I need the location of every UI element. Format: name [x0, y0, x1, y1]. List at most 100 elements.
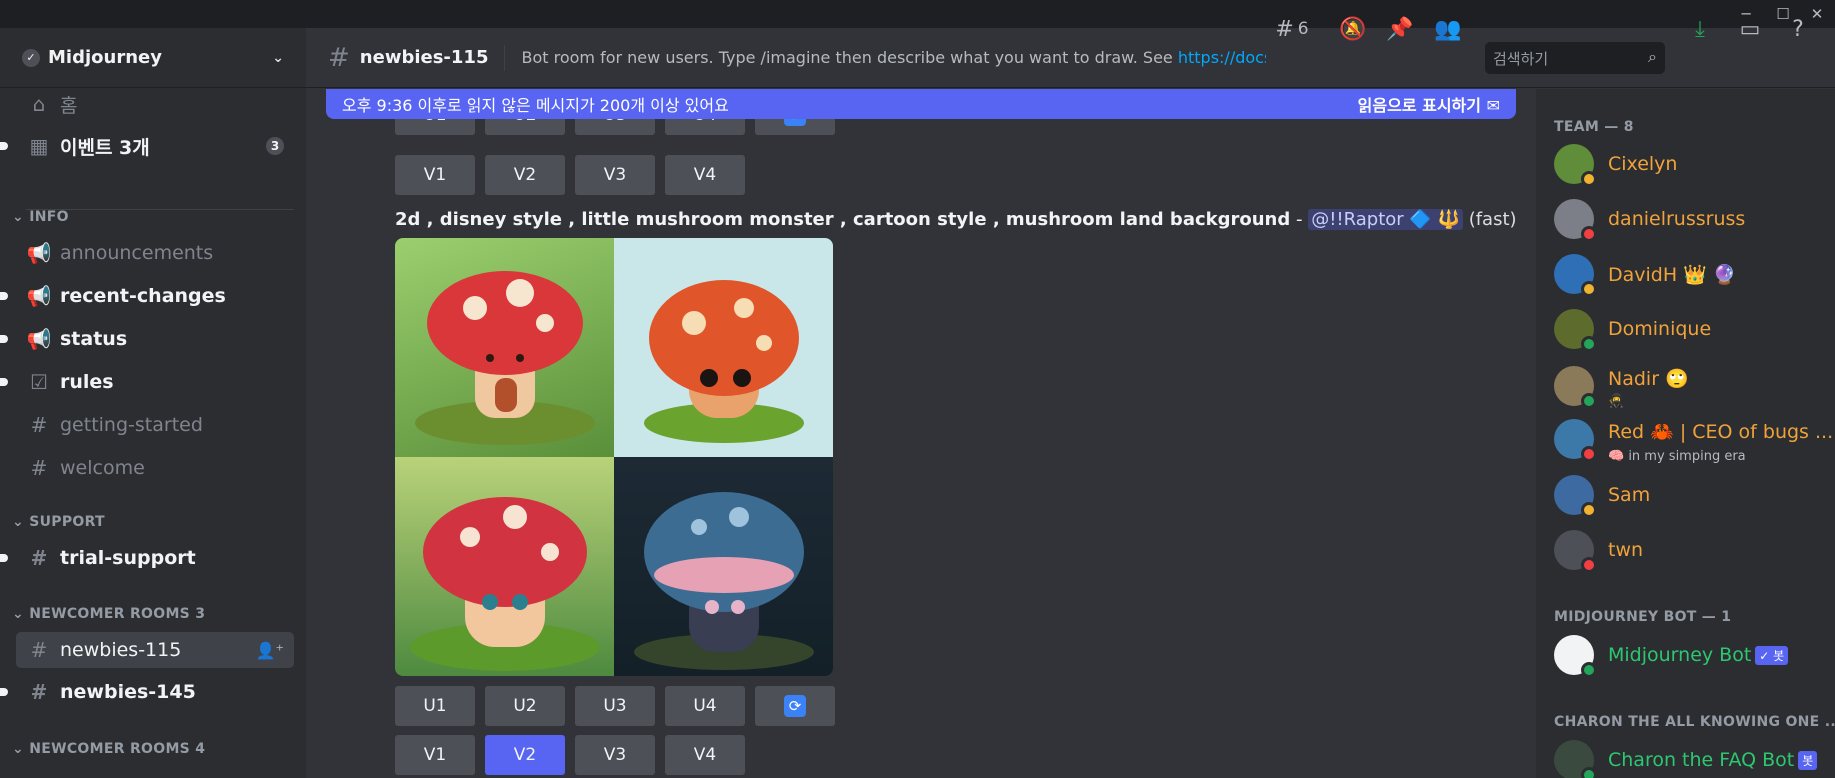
- message-prompt: 2d , disney style , little mushroom mons…: [395, 209, 1517, 230]
- category-info[interactable]: ⌄ INFO: [12, 209, 69, 225]
- variation-2-button[interactable]: V2: [485, 735, 565, 775]
- mark-as-read-button[interactable]: 읽음으로 표시하기 ✉: [1358, 92, 1500, 116]
- grid-image-1[interactable]: [395, 238, 614, 457]
- member-name: Red 🦀 | CEO of bugs ...: [1608, 420, 1834, 443]
- variation-1-button[interactable]: V1: [395, 735, 475, 775]
- member-name: Charon the FAQ Bot 봇: [1608, 749, 1818, 771]
- category-newcomer-rooms-4[interactable]: ⌄ NEWCOMER ROOMS 4: [12, 741, 205, 757]
- member-twn[interactable]: twn: [1554, 528, 1643, 573]
- threads-icon[interactable]: # 6: [1268, 12, 1316, 46]
- member-dominique[interactable]: Dominique: [1554, 307, 1711, 352]
- unread-pip: [0, 378, 8, 386]
- variation-3-button[interactable]: V3: [575, 735, 655, 775]
- search-icon: ⌕: [1648, 47, 1657, 66]
- status-indicator: [1581, 226, 1597, 242]
- channel-topic[interactable]: Bot room for new users. Type /imagine th…: [521, 48, 1266, 67]
- sidebar-item-recent-changes[interactable]: 📢 recent-changes: [0, 278, 294, 314]
- member-charon[interactable]: Charon the FAQ Bot 봇: [1554, 738, 1818, 778]
- topic-link[interactable]: https://docs.mid...: [1178, 48, 1267, 67]
- bot-header: MIDJOURNEY BOT — 1: [1554, 609, 1732, 625]
- member-name: Midjourney Bot ✓ 봇: [1608, 644, 1789, 666]
- search-input[interactable]: 검색하기 ⌕: [1485, 42, 1665, 74]
- speed-label: (fast): [1468, 209, 1517, 230]
- hashtag-icon: #: [30, 456, 48, 480]
- threads-count: 6: [1297, 19, 1309, 39]
- variation-3-button[interactable]: V3: [575, 155, 655, 195]
- status-indicator: [1581, 767, 1597, 778]
- grid-image-4[interactable]: [614, 457, 833, 676]
- unread-pip: [0, 292, 8, 300]
- upscale-4-button[interactable]: U4: [665, 686, 745, 726]
- avatar: [1554, 254, 1597, 297]
- message-area: U1 U2 U3 U4 ⟳ 오후 9:36 이후로 읽지 않은 메시지가 200…: [306, 89, 1536, 778]
- unread-pip: [0, 142, 8, 150]
- member-midjourney-bot[interactable]: Midjourney Bot ✓ 봇: [1554, 633, 1789, 678]
- variation-4-button[interactable]: V4: [665, 155, 745, 195]
- status-indicator: [1581, 557, 1597, 573]
- thread-hashtag-icon: #: [328, 42, 350, 73]
- sidebar-item-label: 이벤트 3개: [60, 136, 150, 159]
- user-mention[interactable]: @!!Raptor 🔷 🔱: [1308, 209, 1463, 230]
- megaphone-icon: 📢: [26, 241, 52, 265]
- member-cixelyn[interactable]: Cixelyn: [1554, 142, 1677, 187]
- mute-bell-icon[interactable]: 🔕: [1338, 12, 1368, 46]
- avatar: [1554, 199, 1597, 242]
- category-newcomer-rooms-3[interactable]: ⌄ NEWCOMER ROOMS 3: [12, 606, 205, 622]
- thread-hashtag-icon: #: [30, 638, 48, 662]
- calendar-icon: ▦: [29, 134, 49, 158]
- sidebar-item-events[interactable]: ▦ 이벤트 3개 3: [0, 128, 294, 164]
- server-name: Midjourney: [48, 47, 162, 68]
- member-davidh[interactable]: DavidH 👑 🔮: [1554, 252, 1737, 297]
- charon-header: CHARON THE ALL KNOWING ONE ...: [1554, 714, 1835, 730]
- sidebar-item-welcome[interactable]: # welcome: [16, 450, 294, 486]
- unread-banner[interactable]: 오후 9:36 이후로 읽지 않은 메시지가 200개 이상 있어요 읽음으로 …: [326, 89, 1516, 119]
- download-icon[interactable]: ⤓: [1685, 12, 1715, 46]
- upscale-1-button[interactable]: U1: [395, 686, 475, 726]
- chevron-down-icon[interactable]: ⌄: [272, 50, 284, 66]
- sidebar-item-label: trial-support: [60, 547, 196, 569]
- variation-2-button[interactable]: V2: [485, 155, 565, 195]
- sidebar-item-announcements[interactable]: 📢 announcements: [16, 235, 294, 271]
- sidebar-item-newbies-115[interactable]: # newbies-115 👤⁺: [16, 632, 294, 668]
- sidebar-item-newbies-145[interactable]: # newbies-145: [0, 674, 294, 710]
- team-header: TEAM — 8: [1554, 119, 1634, 135]
- upscale-3-button[interactable]: U3: [575, 686, 655, 726]
- events-count-badge: 3: [266, 137, 284, 155]
- reroll-icon: ⟳: [784, 695, 806, 717]
- unread-pip: [0, 554, 8, 562]
- sidebar-item-home[interactable]: ⌂ 홈: [16, 86, 294, 122]
- member-danielrussruss[interactable]: danielrussruss: [1554, 197, 1745, 242]
- avatar: [1554, 144, 1597, 187]
- variation-1-button[interactable]: V1: [395, 155, 475, 195]
- status-indicator: [1581, 281, 1597, 297]
- hashtag-icon: #: [30, 413, 48, 437]
- member-nadir[interactable]: Nadir 🙄 🥷: [1554, 364, 1689, 409]
- avatar: [1554, 635, 1597, 678]
- mushroom-monster-icon: [410, 497, 600, 671]
- prompt-text: 2d , disney style , little mushroom mons…: [395, 209, 1291, 230]
- sidebar-item-status[interactable]: 📢 status: [0, 321, 294, 357]
- image-grid[interactable]: [395, 238, 833, 676]
- server-header[interactable]: ✓ Midjourney ⌄: [0, 28, 306, 88]
- sidebar-item-label: newbies-115: [60, 639, 182, 661]
- megaphone-icon: 📢: [26, 327, 52, 351]
- variation-4-button[interactable]: V4: [665, 735, 745, 775]
- sidebar-item-getting-started[interactable]: # getting-started: [16, 407, 294, 443]
- home-icon: ⌂: [32, 92, 46, 116]
- mushroom-house-icon: [415, 271, 595, 445]
- member-sam[interactable]: Sam: [1554, 473, 1650, 518]
- grid-image-3[interactable]: [395, 457, 614, 676]
- sidebar-item-label: recent-changes: [60, 285, 226, 307]
- category-support[interactable]: ⌄ SUPPORT: [12, 514, 105, 530]
- pin-icon[interactable]: 📌: [1385, 12, 1415, 46]
- grid-image-2[interactable]: [614, 238, 833, 457]
- upscale-2-button[interactable]: U2: [485, 686, 565, 726]
- sidebar-item-rules[interactable]: ☑ rules: [0, 364, 294, 400]
- reroll-button[interactable]: ⟳: [755, 686, 835, 726]
- sidebar-item-trial-support[interactable]: # trial-support: [0, 540, 294, 576]
- add-user-icon[interactable]: 👤⁺: [256, 641, 284, 660]
- inbox-icon[interactable]: ▭: [1735, 12, 1765, 46]
- help-icon[interactable]: ?: [1783, 12, 1813, 46]
- member-list-icon[interactable]: 👥: [1433, 12, 1463, 46]
- member-red[interactable]: Red 🦀 | CEO of bugs ... 🧠 in my simping …: [1554, 417, 1834, 464]
